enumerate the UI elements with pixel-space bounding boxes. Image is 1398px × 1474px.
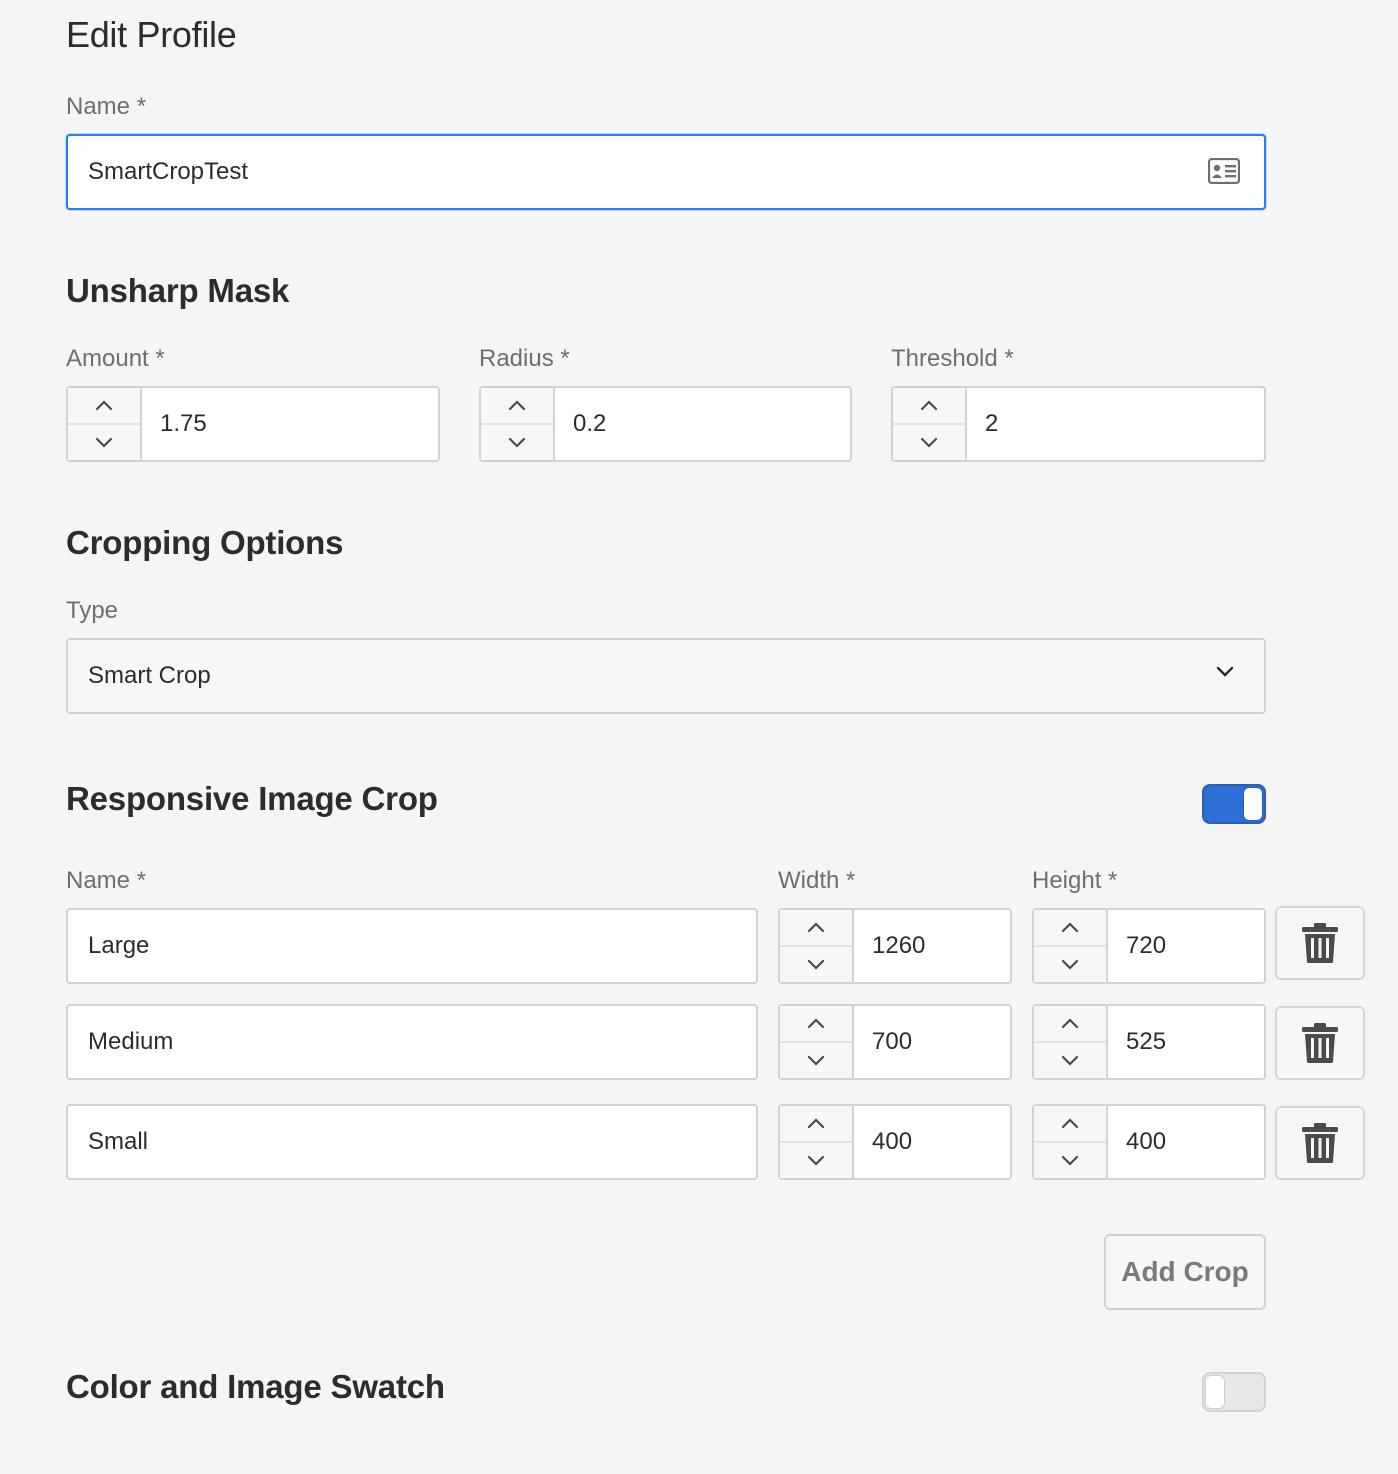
width-increment-button[interactable] [780, 910, 852, 945]
crop-height-header: Height * [1032, 867, 1118, 894]
toggle-knob [1205, 1375, 1225, 1409]
chevron-down-icon [508, 437, 526, 448]
threshold-value[interactable]: 2 [967, 388, 1264, 460]
radius-value[interactable]: 0.2 [555, 388, 850, 460]
threshold-increment-button[interactable] [893, 388, 965, 423]
crop-width-value[interactable]: 700 [854, 1006, 1010, 1078]
height-increment-button[interactable] [1034, 910, 1106, 945]
crop-name-input[interactable]: Medium [66, 1004, 758, 1080]
crop-width-value[interactable]: 400 [854, 1106, 1010, 1178]
trash-icon [1302, 1023, 1338, 1063]
amount-decrement-button[interactable] [68, 423, 140, 460]
chevron-down-icon [1061, 1155, 1079, 1166]
radius-label: Radius * [479, 345, 570, 372]
crop-type-selected: Smart Crop [88, 662, 211, 689]
amount-value[interactable]: 1.75 [142, 388, 438, 460]
threshold-stepper[interactable]: 2 [891, 386, 1266, 462]
crop-height-value[interactable]: 400 [1108, 1106, 1264, 1178]
width-decrement-button[interactable] [780, 1141, 852, 1178]
chevron-up-icon [1061, 922, 1079, 933]
height-decrement-button[interactable] [1034, 1141, 1106, 1178]
crop-width-value[interactable]: 1260 [854, 910, 1010, 982]
chevron-down-icon [1061, 959, 1079, 970]
responsive-crop-toggle[interactable] [1202, 784, 1266, 824]
crop-height-value[interactable]: 525 [1108, 1006, 1264, 1078]
unsharp-mask-title: Unsharp Mask [66, 272, 290, 309]
crop-width-header: Width * [778, 867, 856, 894]
crop-height-value[interactable]: 720 [1108, 910, 1264, 982]
crop-name-input[interactable]: Large [66, 908, 758, 984]
name-label: Name * [66, 93, 147, 120]
crop-name-value: Medium [88, 1028, 174, 1055]
add-crop-button[interactable]: Add Crop [1104, 1234, 1266, 1310]
chevron-down-icon [807, 959, 825, 970]
radius-stepper[interactable]: 0.2 [479, 386, 852, 462]
radius-decrement-button[interactable] [481, 423, 553, 460]
page-title: Edit Profile [66, 14, 237, 55]
delete-crop-button[interactable] [1275, 1106, 1365, 1180]
height-increment-button[interactable] [1034, 1006, 1106, 1041]
threshold-decrement-button[interactable] [893, 423, 965, 460]
chevron-up-icon [920, 400, 938, 411]
chevron-up-icon [807, 1118, 825, 1129]
chevron-down-icon [807, 1155, 825, 1166]
chevron-down-icon [807, 1055, 825, 1066]
height-decrement-button[interactable] [1034, 1041, 1106, 1078]
chevron-down-icon [95, 437, 113, 448]
width-decrement-button[interactable] [780, 1041, 852, 1078]
crop-width-stepper[interactable]: 400 [778, 1104, 1012, 1180]
crop-height-stepper[interactable]: 525 [1032, 1004, 1266, 1080]
crop-height-stepper[interactable]: 400 [1032, 1104, 1266, 1180]
width-increment-button[interactable] [780, 1006, 852, 1041]
profile-name-input[interactable]: SmartCropTest [66, 134, 1266, 210]
width-decrement-button[interactable] [780, 945, 852, 982]
chevron-up-icon [508, 400, 526, 411]
profile-card-icon [1208, 158, 1240, 184]
crop-name-value: Small [88, 1128, 149, 1155]
crop-type-dropdown[interactable]: Smart Crop [66, 638, 1266, 714]
chevron-down-icon [1216, 666, 1234, 677]
chevron-up-icon [95, 400, 113, 411]
chevron-up-icon [1061, 1118, 1079, 1129]
radius-increment-button[interactable] [481, 388, 553, 423]
height-increment-button[interactable] [1034, 1106, 1106, 1141]
chevron-up-icon [1061, 1018, 1079, 1029]
cropping-options-title: Cropping Options [66, 524, 344, 561]
swatch-toggle[interactable] [1202, 1372, 1266, 1412]
threshold-label: Threshold * [891, 345, 1014, 372]
height-decrement-button[interactable] [1034, 945, 1106, 982]
responsive-crop-title: Responsive Image Crop [66, 780, 438, 817]
profile-name-value: SmartCropTest [88, 158, 249, 185]
crop-name-header: Name * [66, 867, 147, 894]
chevron-up-icon [807, 922, 825, 933]
crop-name-value: Large [88, 932, 150, 959]
trash-icon [1302, 923, 1338, 963]
delete-crop-button[interactable] [1275, 906, 1365, 980]
amount-stepper[interactable]: 1.75 [66, 386, 440, 462]
toggle-knob [1243, 787, 1263, 821]
swatch-title: Color and Image Swatch [66, 1368, 445, 1405]
crop-name-input[interactable]: Small [66, 1104, 758, 1180]
chevron-down-icon [920, 437, 938, 448]
trash-icon [1302, 1123, 1338, 1163]
amount-increment-button[interactable] [68, 388, 140, 423]
delete-crop-button[interactable] [1275, 1006, 1365, 1080]
chevron-up-icon [807, 1018, 825, 1029]
amount-label: Amount * [66, 345, 165, 372]
crop-height-stepper[interactable]: 720 [1032, 908, 1266, 984]
crop-width-stepper[interactable]: 700 [778, 1004, 1012, 1080]
type-label: Type [66, 597, 119, 624]
chevron-down-icon [1061, 1055, 1079, 1066]
width-increment-button[interactable] [780, 1106, 852, 1141]
crop-width-stepper[interactable]: 1260 [778, 908, 1012, 984]
